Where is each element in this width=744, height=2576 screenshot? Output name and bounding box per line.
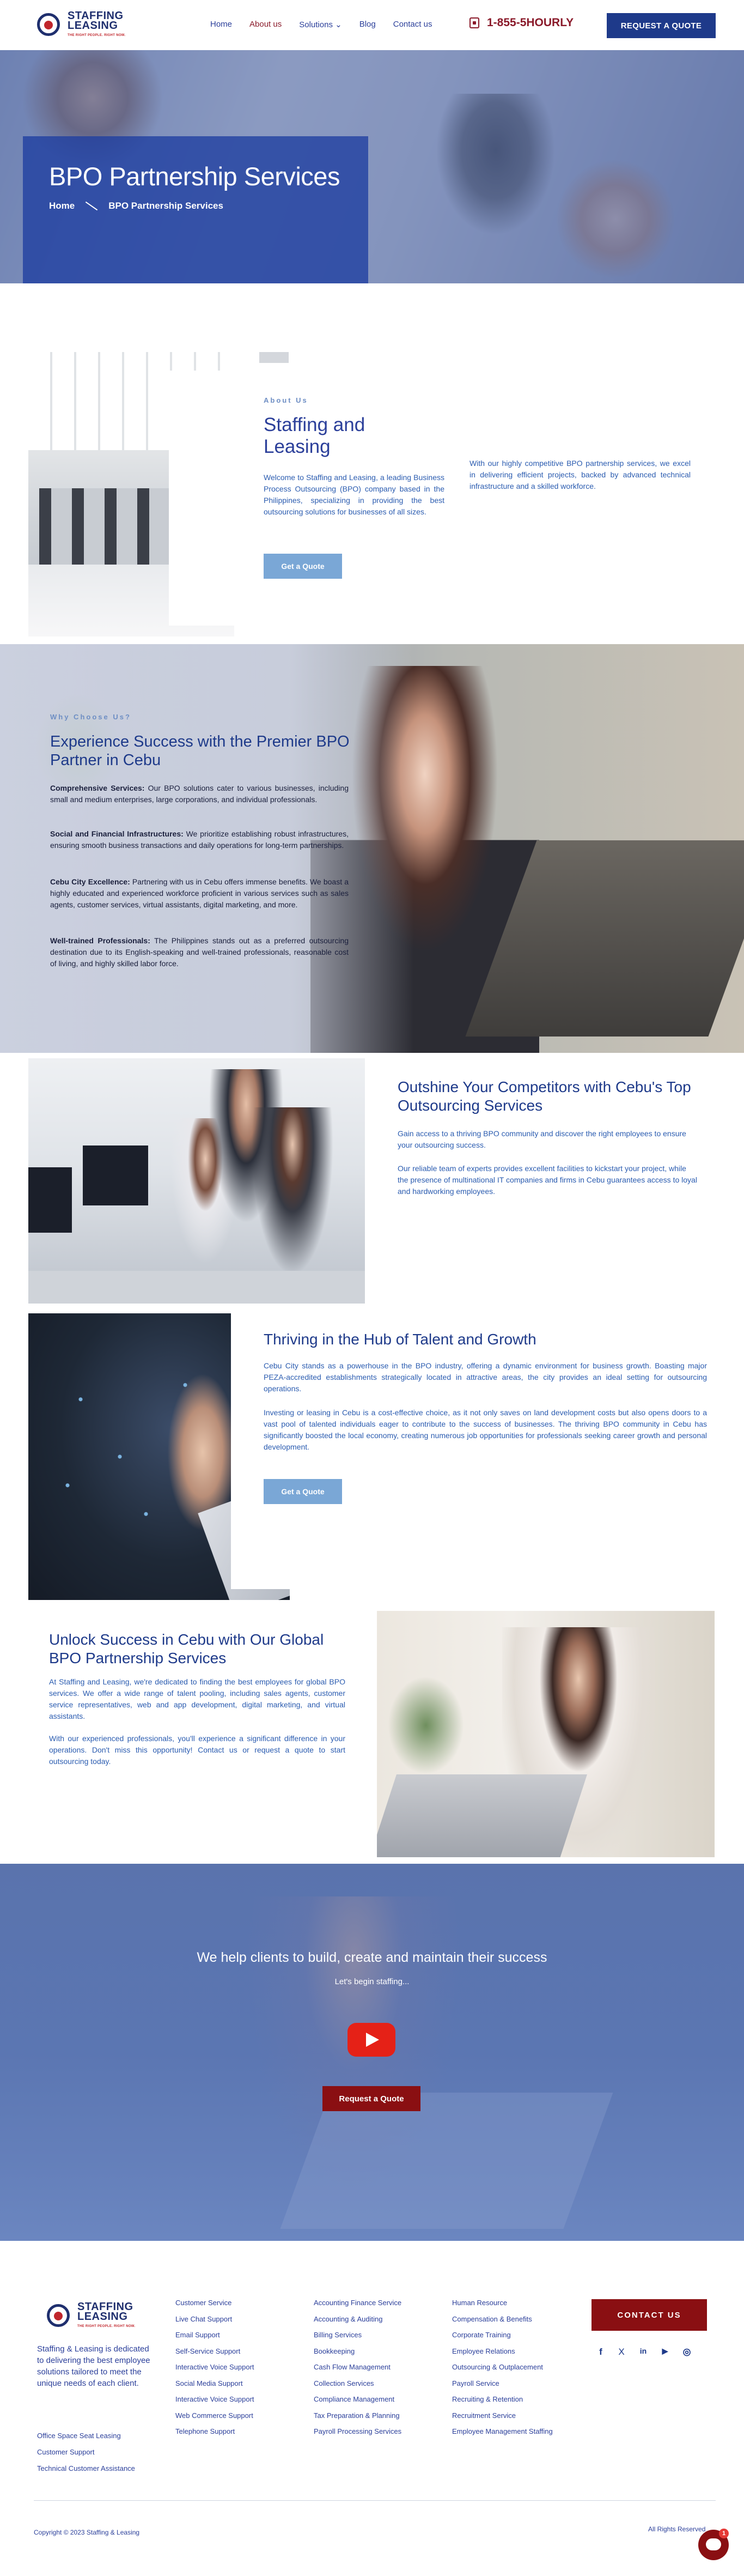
outshine-paragraph-2: Our reliable team of experts provides ex… — [398, 1164, 697, 1196]
cta-heading: We help clients to build, create and mai… — [197, 1950, 547, 1965]
footer-link[interactable]: Accounting Finance Service — [314, 2299, 401, 2307]
rights-text: All Rights Reserved — [648, 2525, 706, 2533]
office-thumbnail — [259, 352, 289, 363]
logo-text: STAFFING LEASING THE RIGHT PEOPLE. RIGHT N… — [68, 10, 126, 37]
outshine-paragraph: Gain access to a thriving BPO community … — [398, 1129, 686, 1149]
footer-link[interactable]: Recruiting & Retention — [452, 2395, 523, 2403]
copyright: Copyright © 2023 Staffing & Leasing — [34, 2529, 140, 2536]
footer-logo[interactable]: STAFFING LEASING THE RIGHT PEOPLE. RIGHT N… — [44, 2301, 136, 2331]
linkedin-icon[interactable]: in — [637, 2347, 649, 2355]
footer-link[interactable]: Collection Services — [314, 2379, 374, 2387]
x-twitter-icon[interactable]: X — [615, 2347, 627, 2357]
network-image — [28, 1313, 290, 1600]
why-item: Comprehensive Services: Our BPO solution… — [50, 783, 349, 805]
unlock-paragraph-2: With our experienced professionals, you'… — [49, 1734, 345, 1766]
agent-image — [377, 1611, 715, 1857]
footer-link[interactable]: Payroll Processing Services — [314, 2427, 401, 2435]
section-title: Thriving in the Hub of Talent and Growth — [264, 1331, 536, 1348]
footer-divider — [34, 2500, 716, 2501]
phone-number: 1-855-5HOURLY — [487, 16, 574, 29]
footer-link[interactable]: Live Chat Support — [175, 2315, 232, 2323]
footer-link[interactable]: Payroll Service — [452, 2379, 499, 2387]
logo-text: STAFFING LEASING THE RIGHT PEOPLE. RIGHT N… — [77, 2301, 136, 2328]
nav-solutions[interactable]: Solutions ⌄ — [299, 20, 341, 29]
footer-link[interactable]: Web Commerce Support — [175, 2411, 253, 2420]
footer-link[interactable]: Recruitment Service — [452, 2411, 516, 2420]
footer-link[interactable]: Interactive Voice Support — [175, 2363, 254, 2371]
footer-link[interactable]: Technical Customer Assistance — [37, 2464, 135, 2472]
breadcrumb-current: BPO Partnership Services — [108, 201, 223, 211]
footer-link[interactable]: Tax Preparation & Planning — [314, 2411, 400, 2420]
cta-subheading: Let's begin staffing... — [334, 1977, 410, 1986]
youtube-icon[interactable]: ▶ — [659, 2347, 671, 2356]
footer-link[interactable]: Compensation & Benefits — [452, 2315, 532, 2323]
get-quote-button[interactable]: Get a Quote — [264, 1479, 342, 1504]
get-quote-button[interactable]: Get a Quote — [264, 554, 342, 579]
nav-solutions-label: Solutions — [299, 20, 333, 29]
page-title: BPO Partnership Services — [49, 162, 340, 191]
breadcrumb-home[interactable]: Home — [49, 201, 75, 211]
breadcrumb-separator — [86, 201, 98, 211]
why-item: Well-trained Professionals: The Philippi… — [50, 935, 349, 969]
footer-link[interactable]: Email Support — [175, 2331, 220, 2339]
request-quote-button[interactable]: Request a Quote — [322, 2086, 420, 2111]
footer-link[interactable]: Employee Management Staffing — [452, 2427, 553, 2435]
footer-link[interactable]: Cash Flow Management — [314, 2363, 391, 2371]
section-label: About Us — [264, 396, 308, 404]
footer-link[interactable]: Self-Service Support — [175, 2347, 240, 2355]
footer-link[interactable]: Office Space Seat Leasing — [37, 2432, 121, 2440]
why-item-head: Comprehensive Services: — [50, 784, 145, 792]
nav-about[interactable]: About us — [249, 20, 282, 29]
team-image — [28, 1058, 365, 1304]
footer-link[interactable]: Outsourcing & Outplacement — [452, 2363, 543, 2371]
section-title: Outshine Your Competitors with Cebu's To… — [398, 1078, 691, 1114]
site-logo[interactable]: STAFFING LEASING THE RIGHT PEOPLE. RIGHT N… — [34, 10, 126, 40]
office-image — [28, 352, 234, 637]
about-paragraph-2: With our highly competitive BPO partners… — [469, 459, 691, 490]
chat-badge: 1 — [719, 2529, 729, 2538]
why-item-head: Social and Financial Infrastructures: — [50, 829, 184, 838]
footer-link[interactable]: Telephone Support — [175, 2427, 235, 2435]
unlock-paragraph: At Staffing and Leasing, we're dedicated… — [49, 1677, 345, 1720]
about-paragraph: Welcome to Staffing and Leasing, a leadi… — [264, 473, 444, 516]
footer-link[interactable]: Employee Relations — [452, 2347, 515, 2355]
instagram-icon[interactable]: ◎ — [681, 2347, 693, 2357]
footer-link[interactable]: Customer Support — [37, 2448, 95, 2456]
nav-home[interactable]: Home — [210, 20, 232, 29]
contact-us-button[interactable]: CONTACT US — [591, 2299, 707, 2331]
why-item: Social and Financial Infrastructures: We… — [50, 828, 349, 851]
main-nav: Home About us Solutions ⌄ Blog Contact u… — [210, 20, 432, 29]
section-title: Unlock Success in Cebu with Our Global B… — [49, 1631, 324, 1666]
footer-link[interactable]: Corporate Training — [452, 2331, 511, 2339]
logo-icon — [34, 12, 63, 39]
footer-link[interactable]: Interactive Voice Support — [175, 2395, 254, 2403]
thriving-paragraph-2: Investing or leasing in Cebu is a cost-e… — [264, 1408, 707, 1451]
chevron-down-icon: ⌄ — [335, 20, 342, 29]
phone-link[interactable]: 1-855-5HOURLY — [469, 16, 574, 29]
logo-icon — [44, 2303, 73, 2330]
why-item-head: Well-trained Professionals: — [50, 936, 150, 945]
section-title: Staffing and Leasing — [264, 414, 365, 457]
footer-about: Staffing & Leasing is dedicated to deliv… — [37, 2344, 150, 2388]
request-quote-button[interactable]: REQUEST A QUOTE — [607, 13, 716, 38]
nav-contact[interactable]: Contact us — [393, 20, 432, 29]
phone-icon — [469, 17, 479, 28]
thriving-paragraph: Cebu City stands as a powerhouse in the … — [264, 1361, 707, 1393]
footer-link[interactable]: Billing Services — [314, 2331, 362, 2339]
facebook-icon[interactable]: f — [595, 2347, 607, 2357]
footer-link[interactable]: Customer Service — [175, 2299, 231, 2307]
footer-link[interactable]: Compliance Management — [314, 2395, 394, 2403]
nav-blog[interactable]: Blog — [359, 20, 376, 29]
footer-link[interactable]: Human Resource — [452, 2299, 507, 2307]
footer-link[interactable]: Social Media Support — [175, 2379, 243, 2387]
play-video-icon[interactable] — [347, 2023, 395, 2057]
section-label: Why Choose Us? — [50, 713, 131, 721]
why-item: Cebu City Excellence: Partnering with us… — [50, 876, 349, 911]
breadcrumb: Home BPO Partnership Services — [49, 201, 223, 211]
why-item-head: Cebu City Excellence: — [50, 877, 130, 886]
footer-link[interactable]: Accounting & Auditing — [314, 2315, 382, 2323]
footer-link[interactable]: Bookkeeping — [314, 2347, 355, 2355]
section-title: Experience Success with the Premier BPO … — [50, 733, 350, 769]
